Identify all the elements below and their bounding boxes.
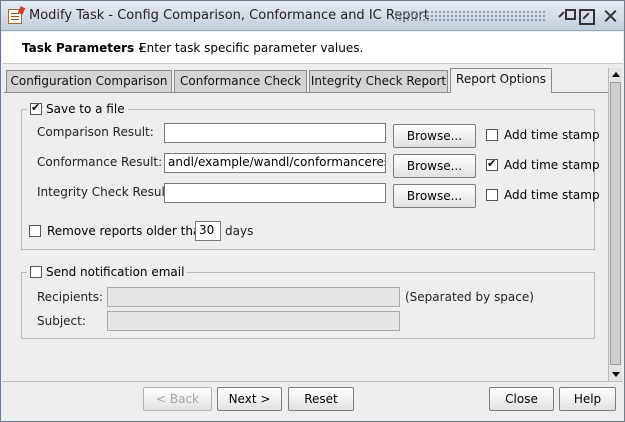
maximize-icon[interactable] [579, 9, 595, 25]
restore-icon[interactable] [559, 9, 576, 23]
subject-label: Subject: [37, 314, 86, 328]
task-app-icon [8, 9, 22, 24]
recipients-field[interactable] [107, 287, 400, 307]
subject-field[interactable] [107, 311, 400, 331]
integrity-browse-button[interactable]: Browse... [393, 184, 476, 208]
comparison-browse-button[interactable]: Browse... [393, 124, 476, 148]
conformance-browse-button[interactable]: Browse... [393, 154, 476, 178]
modify-task-window: Modify Task - Config Comparison, Conform… [0, 0, 625, 422]
remove-days-suffix: days [225, 224, 254, 238]
tab-report-options[interactable]: Report Options [450, 68, 552, 93]
conformance-timestamp-label: Add time stamp [504, 158, 600, 172]
back-button[interactable]: < Back [143, 387, 212, 411]
save-to-file-label: Save to a file [46, 102, 125, 116]
save-to-file-checkbox[interactable] [30, 101, 42, 115]
remove-reports-label: Remove reports older than [47, 224, 208, 238]
tab-configuration-comparison[interactable]: Configuration Comparison [6, 70, 172, 92]
integrity-check-result-field[interactable] [164, 183, 386, 203]
tab-integrity-check-report[interactable]: Integrity Check Report [309, 70, 448, 92]
close-window-icon[interactable] [603, 9, 617, 23]
conformance-timestamp-checkbox[interactable] [486, 157, 498, 171]
integrity-timestamp-label: Add time stamp [504, 188, 600, 202]
reset-button[interactable]: Reset [288, 387, 354, 411]
send-email-label: Send notification email [46, 265, 185, 279]
integrity-check-result-label: Integrity Check Result: [37, 185, 174, 199]
window-title: Modify Task - Config Comparison, Conform… [29, 8, 429, 23]
comparison-timestamp-checkbox[interactable] [486, 129, 498, 141]
recipients-label: Recipients: [37, 290, 104, 304]
send-email-checkbox[interactable] [30, 266, 42, 278]
integrity-timestamp-checkbox[interactable] [486, 189, 498, 201]
recipients-hint: (Separated by space) [405, 290, 534, 304]
tab-conformance-check[interactable]: Conformance Check [174, 70, 307, 92]
task-parameters-header: Task Parameters - Enter task specific pa… [2, 32, 623, 64]
comparison-result-label: Comparison Result: [37, 125, 154, 139]
comparison-timestamp-label: Add time stamp [504, 128, 600, 142]
comparison-result-field[interactable] [164, 123, 386, 143]
title-bar[interactable]: Modify Task - Config Comparison, Conform… [1, 1, 624, 31]
scroll-down-icon[interactable] [609, 368, 622, 381]
notification-email-legend: Send notification email [27, 265, 188, 279]
conformance-result-field[interactable]: andl/example/wandl/conformanceresults [164, 153, 386, 173]
help-button[interactable]: Help [559, 387, 616, 411]
conformance-timestamp-row[interactable]: Add time stamp [486, 157, 600, 172]
scroll-thumb[interactable] [610, 82, 621, 365]
integrity-timestamp-row[interactable]: Add time stamp [486, 188, 600, 202]
report-options-panel: Save to a file Comparison Result: Browse… [4, 92, 608, 379]
remove-reports-checkbox[interactable] [29, 225, 41, 237]
next-button[interactable]: Next > [217, 387, 282, 411]
header-description: Enter task specific parameter values. [139, 41, 364, 55]
vertical-scrollbar[interactable] [608, 68, 622, 381]
comparison-timestamp-row[interactable]: Add time stamp [486, 128, 600, 142]
scroll-up-icon[interactable] [609, 68, 622, 81]
remove-days-field[interactable]: 30 [195, 221, 221, 241]
header-title: Task Parameters - [22, 41, 144, 55]
footer-separator [2, 381, 623, 382]
title-grip [394, 10, 546, 22]
save-to-file-legend: Save to a file [27, 101, 128, 116]
conformance-result-label: Conformance Result: [37, 155, 163, 169]
remove-reports-row: Remove reports older than [29, 224, 208, 238]
close-button[interactable]: Close [489, 387, 554, 411]
